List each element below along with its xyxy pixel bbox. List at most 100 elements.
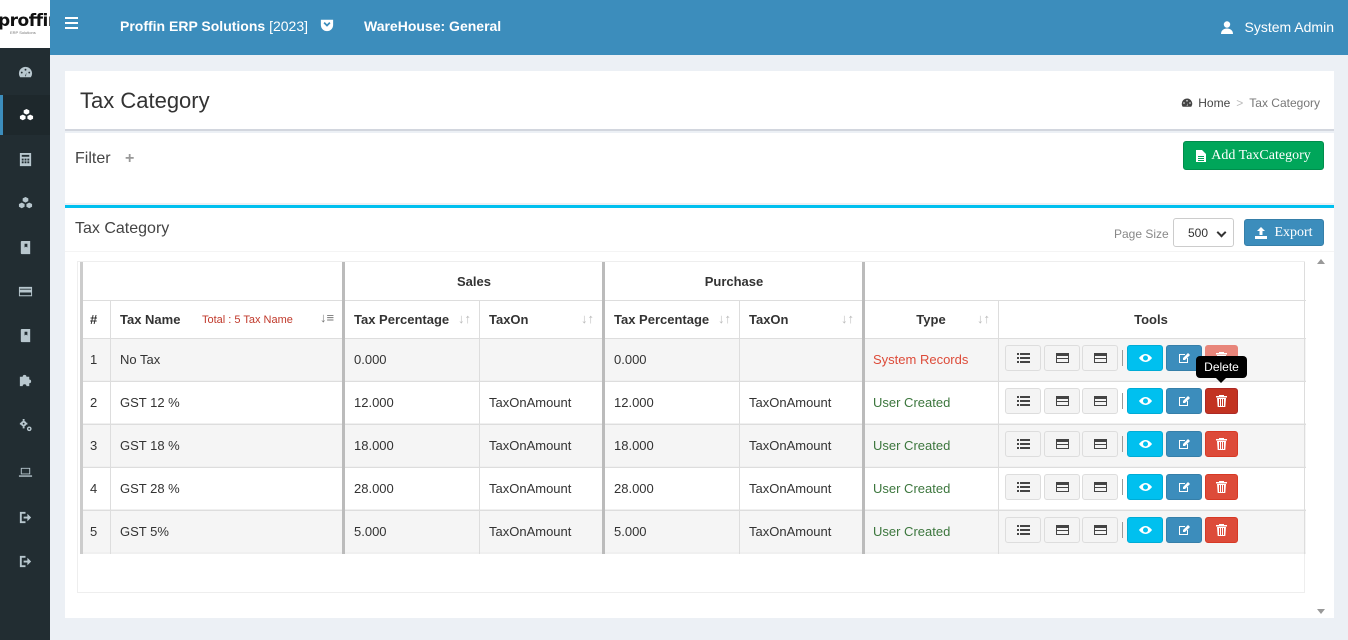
col-header-sales-taxon[interactable]: TaxOn xyxy=(489,300,529,338)
sort-icon[interactable]: ↓↑ xyxy=(458,312,471,326)
edit-button[interactable] xyxy=(1166,474,1202,500)
edit-button[interactable] xyxy=(1166,431,1202,457)
sidebar-item-logout[interactable] xyxy=(0,497,50,537)
calculator-icon xyxy=(19,152,31,166)
warehouse-selector[interactable]: WareHouse: General xyxy=(364,18,501,34)
cell-num: 2 xyxy=(90,394,98,410)
view-table-button[interactable] xyxy=(1044,431,1080,457)
print-button[interactable] xyxy=(1082,345,1118,371)
sidebar-item-exit[interactable] xyxy=(0,541,50,581)
panel-divider xyxy=(65,251,1334,252)
cell-num: 1 xyxy=(90,351,98,367)
tool-separator xyxy=(1122,393,1123,409)
edit-button[interactable] xyxy=(1166,388,1202,414)
tool-separator xyxy=(1122,436,1123,452)
export-button[interactable]: Export xyxy=(1244,219,1324,246)
sidebar-item-products[interactable] xyxy=(0,183,50,223)
view-button[interactable] xyxy=(1127,388,1163,414)
view-table-button[interactable] xyxy=(1044,388,1080,414)
sort-icon[interactable]: ↓↑ xyxy=(581,312,594,326)
details-button[interactable] xyxy=(1005,431,1041,457)
app-title-text: Proffin ERP Solutions xyxy=(120,18,266,34)
brand-logo[interactable]: proffin ERP Solutions xyxy=(0,0,50,48)
col-header-purchase-taxon[interactable]: TaxOn xyxy=(749,300,789,338)
sidebar-item-inventory[interactable] xyxy=(0,95,50,135)
scroll-down-icon[interactable] xyxy=(1317,609,1325,614)
cell-purchase-percentage: 0.000 xyxy=(614,351,647,367)
sidebar-item-dashboard[interactable] xyxy=(0,52,50,92)
cell-type: User Created xyxy=(873,523,951,539)
total-count-label: Total : 5 Tax Name xyxy=(202,314,293,326)
view-table-button[interactable] xyxy=(1044,517,1080,543)
view-button[interactable] xyxy=(1127,517,1163,543)
grid-line xyxy=(479,300,480,554)
view-button[interactable] xyxy=(1127,345,1163,371)
edit-button[interactable] xyxy=(1166,517,1202,543)
sidebar-item-accounts[interactable] xyxy=(0,139,50,179)
list-icon xyxy=(1016,439,1030,449)
delete-button[interactable] xyxy=(1205,474,1238,500)
print-button[interactable] xyxy=(1082,517,1118,543)
col-header-tax-name[interactable]: Tax Name xyxy=(120,300,180,338)
col-header-purchase-percentage[interactable]: Tax Percentage xyxy=(614,300,709,338)
add-taxcategory-button[interactable]: Add TaxCategory xyxy=(1183,141,1324,170)
sort-icon[interactable]: ↓↑ xyxy=(977,312,990,326)
cell-sales-percentage: 0.000 xyxy=(354,351,387,367)
laptop-icon xyxy=(18,467,32,477)
table-icon xyxy=(1093,396,1107,406)
sidebar-item-plugins[interactable] xyxy=(0,359,50,399)
list-icon xyxy=(1016,396,1030,406)
filter-panel: Filter + Add TaxCategory xyxy=(65,133,1334,203)
add-taxcategory-label: Add TaxCategory xyxy=(1211,147,1311,163)
edit-icon xyxy=(1178,482,1190,492)
print-button[interactable] xyxy=(1082,431,1118,457)
book-icon xyxy=(20,328,30,342)
credit-card-icon xyxy=(18,286,32,296)
sidebar-item-settings[interactable] xyxy=(0,405,50,445)
sort-amount-icon[interactable]: ↓≡ xyxy=(320,311,334,325)
filter-expand-icon[interactable]: + xyxy=(125,150,134,168)
menu-toggle-icon[interactable] xyxy=(65,17,78,29)
trash-icon xyxy=(1216,524,1227,536)
view-table-button[interactable] xyxy=(1044,474,1080,500)
eye-icon xyxy=(1138,397,1152,405)
col-header-sales-percentage[interactable]: Tax Percentage xyxy=(354,300,449,338)
grid-line xyxy=(342,262,345,554)
app-year: [2023] xyxy=(269,18,309,34)
details-button[interactable] xyxy=(1005,517,1041,543)
delete-button[interactable] xyxy=(1205,517,1238,543)
grid-line xyxy=(80,262,83,554)
sidebar-item-reports[interactable] xyxy=(0,227,50,267)
vertical-scrollbar[interactable] xyxy=(1315,255,1327,618)
cubes-icon xyxy=(19,108,34,120)
view-button[interactable] xyxy=(1127,474,1163,500)
cell-purchase-taxon: TaxOnAmount xyxy=(749,523,832,539)
dashboard-icon xyxy=(1182,98,1193,107)
breadcrumb-home[interactable]: Home xyxy=(1181,96,1230,110)
print-button[interactable] xyxy=(1082,388,1118,414)
sort-icon[interactable]: ↓↑ xyxy=(841,312,854,326)
sidebar-item-ledger[interactable] xyxy=(0,315,50,355)
user-menu[interactable]: System Admin xyxy=(1220,19,1334,35)
view-button[interactable] xyxy=(1127,431,1163,457)
details-button[interactable] xyxy=(1005,474,1041,500)
print-button[interactable] xyxy=(1082,474,1118,500)
chevron-shield-icon[interactable] xyxy=(320,18,334,32)
filter-title: Filter xyxy=(75,150,111,167)
scroll-up-icon[interactable] xyxy=(1317,259,1325,264)
trash-icon xyxy=(1216,438,1227,450)
col-header-num: # xyxy=(90,311,98,327)
delete-button[interactable] xyxy=(1205,431,1238,457)
details-button[interactable] xyxy=(1005,388,1041,414)
sidebar-item-pos[interactable] xyxy=(0,452,50,492)
sidebar-item-payments[interactable] xyxy=(0,271,50,311)
delete-button[interactable] xyxy=(1205,388,1238,414)
edit-icon xyxy=(1178,396,1190,406)
details-button[interactable] xyxy=(1005,345,1041,371)
view-table-button[interactable] xyxy=(1044,345,1080,371)
logo-text: proffin xyxy=(0,11,50,31)
page-size-select[interactable]: 500 xyxy=(1173,218,1234,247)
eye-icon xyxy=(1138,354,1152,362)
sort-icon[interactable]: ↓↑ xyxy=(718,312,731,326)
cell-sales-taxon: TaxOnAmount xyxy=(489,437,572,453)
